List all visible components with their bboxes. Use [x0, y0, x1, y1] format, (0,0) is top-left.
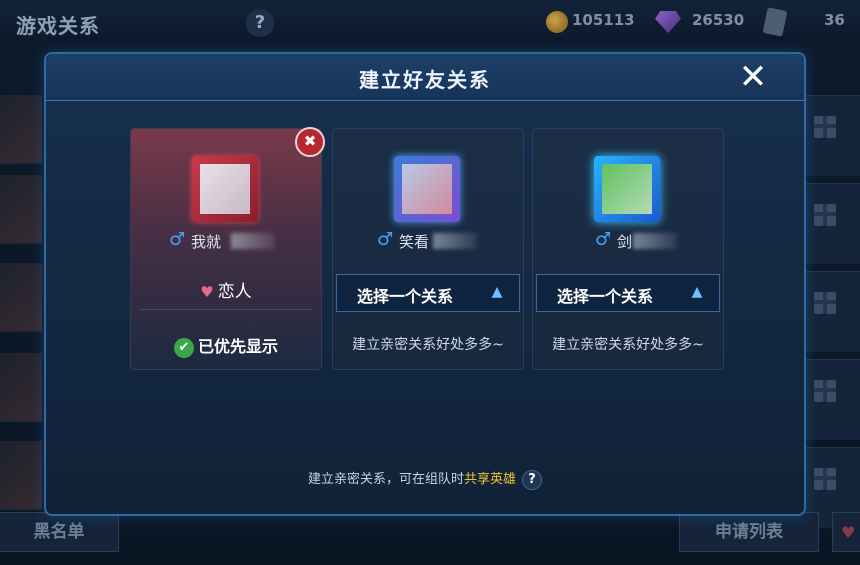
heart-icon: ♥	[200, 283, 214, 301]
gift-icon[interactable]	[814, 468, 836, 490]
friend-list-background	[0, 95, 45, 510]
gift-icon[interactable]	[814, 292, 836, 314]
select-relation-dropdown[interactable]: 选择一个关系 ▲	[536, 274, 720, 312]
coin-icon	[546, 11, 568, 33]
relationship-dialog: 建立好友关系 ✕ ✖ ♂ 我就 ♥ 恋人 ✔ 已优先显示 ♂ 笑看 选择一个关系 ▲…	[44, 52, 806, 516]
friend-card-1[interactable]: ✖ ♂ 我就 ♥ 恋人 ✔ 已优先显示	[130, 127, 325, 370]
heart-icon: ♥	[841, 523, 856, 542]
card-icon	[762, 7, 788, 37]
dialog-header: 建立好友关系 ✕	[46, 54, 804, 101]
card-count: 36	[824, 11, 845, 29]
avatar	[192, 156, 258, 222]
friend-card-2[interactable]: ♂ 笑看 选择一个关系 ▲ 建立亲密关系好处多多~	[332, 128, 524, 370]
list-item	[0, 353, 42, 422]
top-bar: 游戏关系 ? 105113 26530 36	[0, 0, 860, 48]
blacklist-button[interactable]: 黑名单	[0, 512, 119, 552]
male-icon: ♂	[377, 229, 394, 250]
benefit-text: 建立亲密关系好处多多~	[552, 337, 704, 353]
male-icon: ♂	[595, 229, 612, 250]
coin-count: 105113	[572, 11, 635, 29]
player-name: 笑看	[399, 233, 430, 251]
list-item	[0, 95, 42, 164]
list-item	[0, 441, 42, 510]
gift-column	[802, 95, 860, 528]
remove-icon[interactable]: ✖	[295, 127, 325, 157]
intimacy-button[interactable]: ♥	[832, 512, 860, 552]
male-icon: ♂	[169, 229, 186, 250]
chevron-up-icon: ▲	[691, 284, 703, 300]
footer-text: 建立亲密关系，可在组队时	[307, 472, 464, 487]
help-icon[interactable]: ?	[246, 9, 274, 37]
benefit-text: 建立亲密关系好处多多~	[352, 337, 504, 353]
gift-icon[interactable]	[814, 380, 836, 402]
dialog-title: 建立好友关系	[359, 68, 491, 92]
player-name: 剑	[617, 233, 633, 251]
relation-label: ♥ 恋人	[131, 277, 321, 302]
divider	[139, 309, 313, 310]
close-icon[interactable]: ✕	[736, 60, 770, 94]
relation-text: 恋人	[217, 282, 252, 302]
name-blur	[633, 233, 677, 249]
chevron-up-icon: ▲	[491, 284, 503, 300]
priority-status: ✔ 已优先显示	[131, 333, 321, 358]
player-name: 我就	[191, 233, 222, 251]
shared-hero-text: 共享英雄	[464, 472, 517, 487]
page-title: 游戏关系	[16, 14, 100, 38]
gift-icon[interactable]	[814, 116, 836, 138]
list-item	[0, 263, 42, 332]
name-blur	[231, 233, 275, 249]
avatar	[394, 156, 460, 222]
select-relation-label: 选择一个关系	[357, 287, 454, 306]
help-icon[interactable]: ?	[522, 470, 543, 490]
select-relation-label: 选择一个关系	[557, 287, 654, 306]
name-blur	[433, 233, 477, 249]
gem-count: 26530	[692, 11, 745, 29]
gift-slot	[802, 95, 860, 176]
gift-slot	[802, 271, 860, 352]
gift-icon[interactable]	[814, 204, 836, 226]
select-relation-dropdown[interactable]: 选择一个关系 ▲	[336, 274, 520, 312]
status-text: 已优先显示	[197, 337, 278, 356]
avatar	[594, 156, 660, 222]
gift-slot	[802, 183, 860, 264]
gem-icon	[655, 11, 681, 33]
check-icon: ✔	[173, 337, 194, 358]
apply-list-button[interactable]: 申请列表	[679, 512, 819, 552]
footer-note: 建立亲密关系，可在组队时共享英雄?	[46, 468, 804, 490]
list-item	[0, 175, 42, 244]
friend-card-3[interactable]: ♂ 剑 选择一个关系 ▲ 建立亲密关系好处多多~	[532, 128, 724, 370]
gift-slot	[802, 359, 860, 440]
